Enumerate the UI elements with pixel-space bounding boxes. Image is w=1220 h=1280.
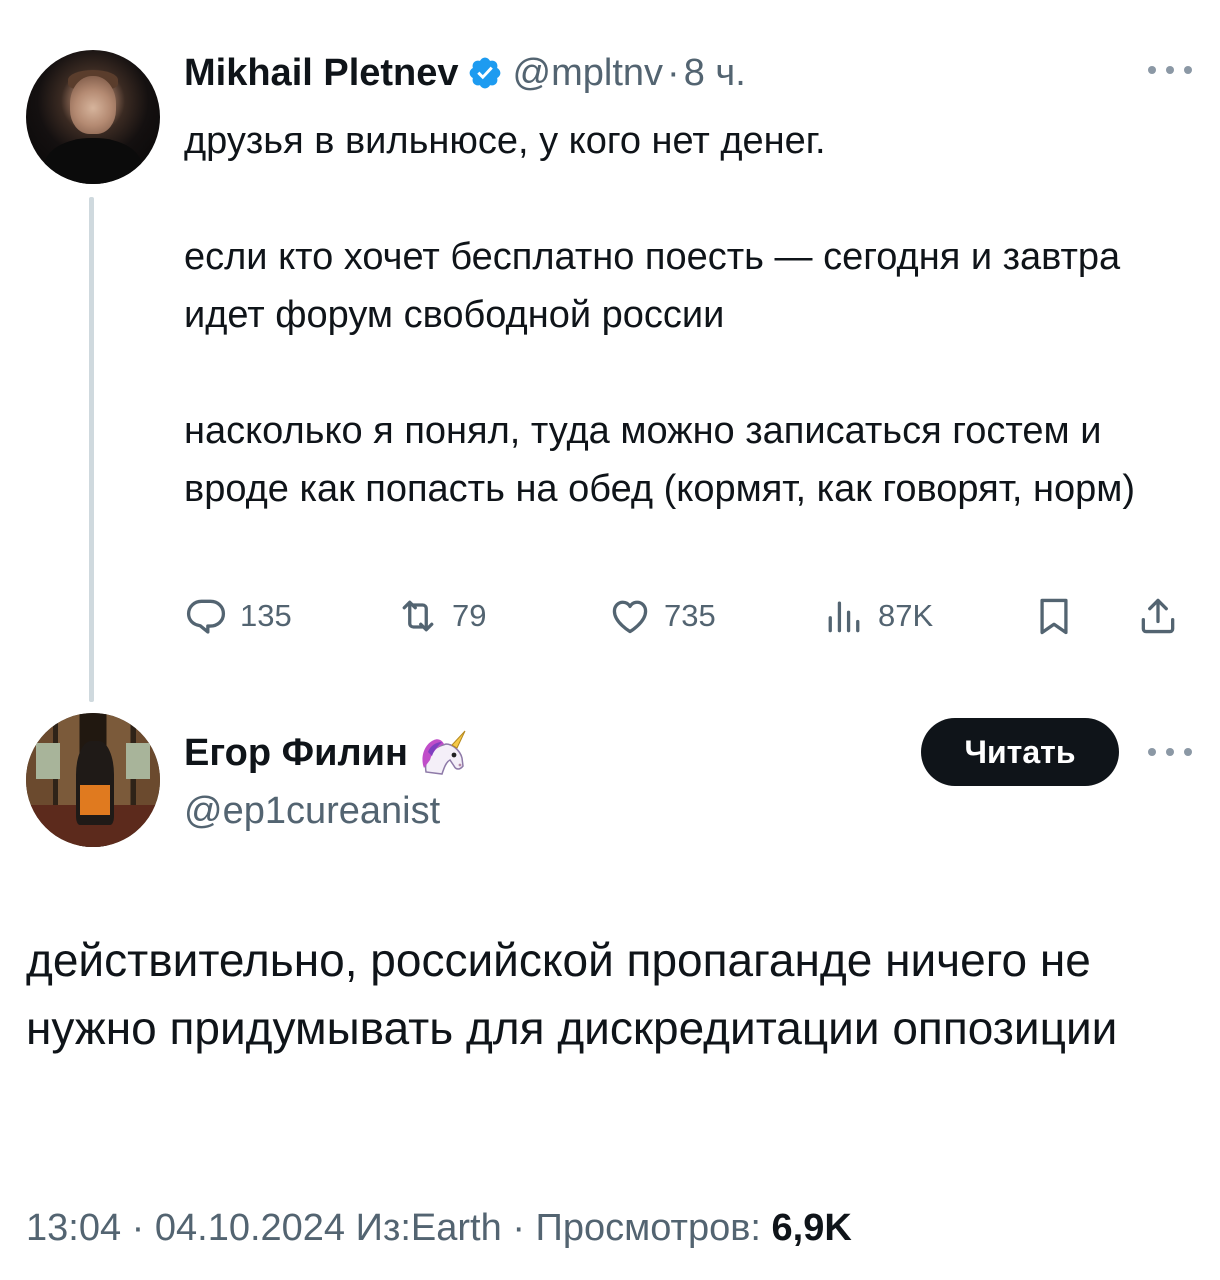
- verified-badge-icon: [469, 57, 500, 89]
- retweet-icon: [402, 600, 434, 632]
- tweet-paragraph: друзья в вильнюсе, у кого нет денег.: [184, 120, 826, 162]
- share-icon: [1141, 598, 1175, 634]
- tweet-paragraph: насколько я понял, туда можно записаться…: [184, 410, 1136, 510]
- views-count: 87K: [878, 598, 934, 633]
- reply-count: 135: [240, 598, 292, 633]
- reply-button[interactable]: 135: [184, 588, 292, 644]
- retweet-button[interactable]: 79: [396, 588, 486, 644]
- avatar[interactable]: [26, 50, 160, 184]
- tweet-text: действительно, российской пропаганде нич…: [26, 934, 1118, 1054]
- tweet-actions: 135 79 735 87K: [184, 588, 1194, 648]
- separator-dot: ·: [131, 1207, 145, 1249]
- share-button[interactable]: [1136, 588, 1180, 644]
- like-button[interactable]: 735: [608, 588, 716, 644]
- author-handle[interactable]: @mpltnv: [513, 48, 664, 98]
- tweet-source: Из:Earth: [355, 1207, 502, 1249]
- retweet-count: 79: [452, 598, 487, 633]
- bookmark-button[interactable]: [1032, 588, 1076, 644]
- follow-button[interactable]: Читать: [921, 718, 1119, 786]
- more-options-icon[interactable]: [1148, 742, 1192, 762]
- author-name[interactable]: Mikhail Pletnev: [184, 48, 459, 98]
- analytics-icon: [828, 601, 860, 633]
- tweet-meta: 13:04 · 04.10.2024 Из:Earth · Просмотров…: [26, 1200, 852, 1256]
- views-label: Просмотров:: [535, 1207, 761, 1249]
- heart-icon: [612, 600, 648, 634]
- thread-connector-line: [89, 197, 94, 702]
- tweet-time[interactable]: 8 ч.: [684, 48, 746, 98]
- views-button[interactable]: 87K: [822, 588, 933, 644]
- author-name[interactable]: Егор Филин: [184, 732, 408, 775]
- tweet-paragraph: если кто хочет бесплатно поесть — сегодн…: [184, 236, 1121, 336]
- unicorn-icon: [422, 730, 466, 775]
- separator-dot: ·: [667, 52, 680, 94]
- author-handle[interactable]: @ep1cureanist: [184, 786, 440, 836]
- like-count: 735: [664, 598, 716, 633]
- author-name-row: Егор Филин: [184, 728, 470, 778]
- tweet-date[interactable]: 04.10.2024: [155, 1207, 345, 1249]
- views-count[interactable]: 6,9K: [772, 1207, 852, 1249]
- bookmark-icon: [1040, 598, 1068, 635]
- tweet-text: друзья в вильнюсе, у кого нет денег. есл…: [184, 112, 1194, 518]
- tweet-header: Mikhail Pletnev @mpltnv · 8 ч.: [184, 48, 746, 98]
- more-options-icon[interactable]: [1148, 60, 1192, 80]
- tweet-thread: Mikhail Pletnev @mpltnv · 8 ч. друзья в …: [0, 0, 1220, 1280]
- reply-icon: [186, 599, 226, 634]
- tweet-time[interactable]: 13:04: [26, 1207, 121, 1249]
- avatar[interactable]: [26, 713, 160, 847]
- separator-dot: ·: [512, 1207, 525, 1249]
